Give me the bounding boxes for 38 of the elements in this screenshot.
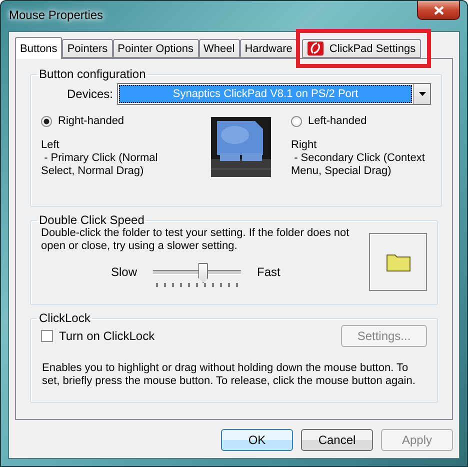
button-function: - Primary Click (Normal Select, Normal Drag): [41, 152, 159, 178]
radio-label: Right-handed: [58, 115, 124, 127]
tab[interactable]: Pointers: [62, 39, 113, 58]
dialog-button[interactable]: Cancel: [301, 429, 373, 451]
radio-button[interactable]: [41, 116, 52, 126]
checkbox-label[interactable]: Turn on ClickLock: [59, 329, 155, 343]
radio-button[interactable]: [291, 116, 302, 126]
fast-label: Fast: [257, 265, 280, 279]
button-name: Right: [291, 139, 318, 152]
tab[interactable]: Hardware: [240, 39, 298, 58]
group-title: Double Click Speed: [38, 213, 146, 227]
description-text: Enables you to highlight or drag without holding down the mouse button. To set, briefly press the mouse button. To release, click the mouse button again.: [41, 362, 416, 388]
tab[interactable]: Pointer Options: [112, 39, 198, 58]
button-function: - Secondary Click (Context Menu, Special Drag): [291, 152, 426, 178]
group-title: ClickLock: [38, 311, 92, 325]
close-icon: [434, 6, 444, 14]
devices-label: Devices:: [66, 87, 113, 101]
tab[interactable]: Buttons: [15, 37, 62, 59]
test-area[interactable]: [369, 233, 427, 291]
speed-slider[interactable]: [153, 261, 241, 283]
instruction-text: Double-click the folder to test your setting. If the folder does not open or close, try using a slower setting.: [41, 227, 350, 253]
slow-label: Slow: [111, 265, 138, 279]
tab[interactable]: Wheel: [198, 39, 240, 58]
radio-option[interactable]: Left-handed: [291, 115, 431, 127]
tab[interactable]: ClickPad Settings: [302, 39, 421, 58]
dialog-button[interactable]: OK: [221, 429, 293, 451]
radio-option[interactable]: Right-handed: [41, 115, 191, 127]
close-button[interactable]: [417, 1, 460, 20]
slider-thumb[interactable]: [198, 263, 208, 283]
button-name: Left: [41, 139, 60, 152]
clickpad-icon: [307, 41, 324, 56]
window-title: Mouse Properties: [9, 8, 104, 22]
radio-label: Left-handed: [308, 115, 367, 127]
folder-icon: [386, 252, 410, 272]
caret-icon: [418, 92, 426, 96]
device-value: Synaptics ClickPad V8.1 on PS/2 Port: [119, 85, 412, 103]
group-title: Button configuration: [38, 67, 147, 81]
checkbox[interactable]: [41, 330, 53, 342]
